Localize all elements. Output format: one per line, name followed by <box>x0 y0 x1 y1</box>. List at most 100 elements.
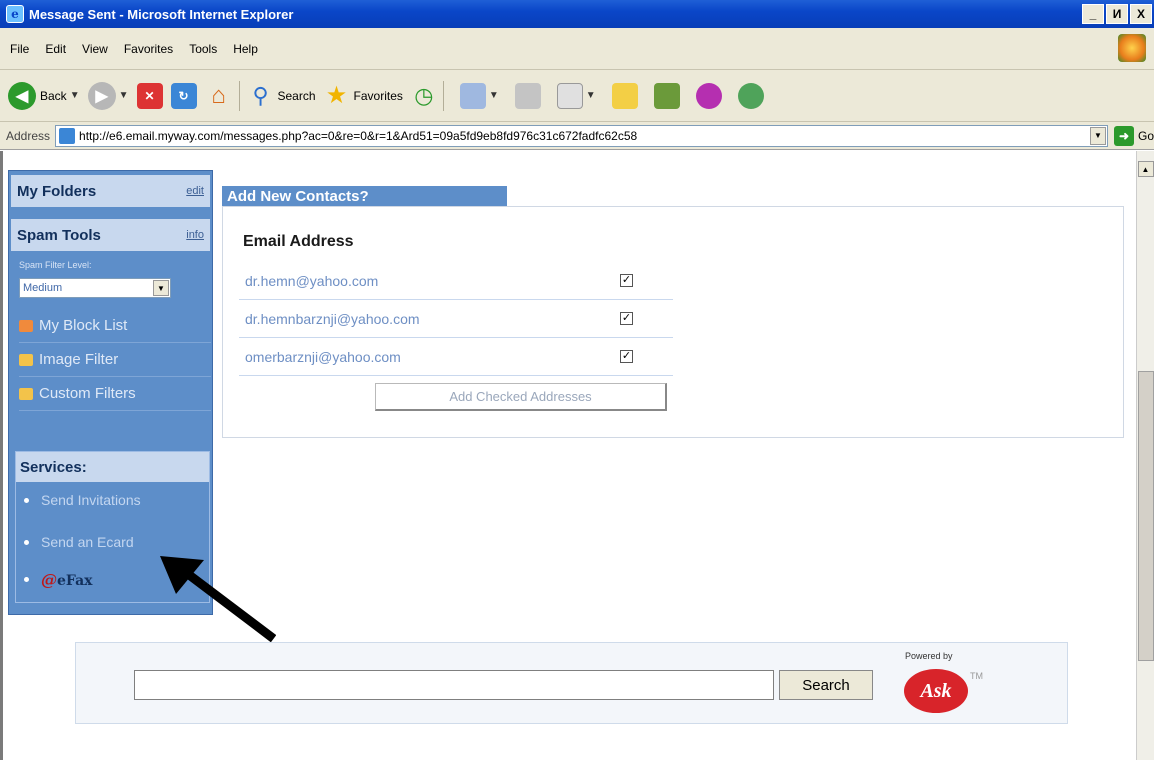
contact-row: dr.hemnbarznji@yahoo.com ✓ <box>239 300 673 338</box>
spam-filter-value: Medium <box>23 282 63 294</box>
menu-tools[interactable]: Tools <box>189 42 217 56</box>
forward-arrow-icon: ▶ <box>87 81 116 110</box>
sidebar: My Folders edit Spam Tools info Spam Fil… <box>8 170 213 615</box>
contact-row: dr.hemn@yahoo.com ✓ <box>239 262 673 300</box>
stop-icon: ✕ <box>136 82 163 109</box>
toolbar: ◀ Back ▼ ▶ ▼ ✕ ↻ ⌂ ⚲ Search ★ Favorites … <box>0 70 1154 122</box>
search-button[interactable]: Search <box>779 670 873 700</box>
title-bar: e Message Sent - Microsoft Internet Expl… <box>0 0 1154 28</box>
edit-button[interactable]: ▼ <box>549 82 596 109</box>
efax-link[interactable]: @eFax <box>24 570 93 589</box>
search-input[interactable] <box>134 670 774 700</box>
custom-filters-icon <box>19 387 33 400</box>
menu-file[interactable]: File <box>10 42 29 56</box>
back-label: Back <box>40 88 67 103</box>
vertical-scrollbar[interactable]: ▲ <box>1136 151 1154 760</box>
sidebar-item-label: My Block List <box>39 317 128 334</box>
window-title: Message Sent - Microsoft Internet Explor… <box>29 6 294 22</box>
powered-by-label: Powered by <box>905 651 953 661</box>
print-icon <box>514 82 541 109</box>
add-new-contacts-panel: Email Address dr.hemn@yahoo.com ✓ dr.hem… <box>222 206 1124 438</box>
messenger-button[interactable] <box>688 82 722 109</box>
edit-icon <box>556 82 583 109</box>
windows-logo-icon <box>1118 34 1146 62</box>
contact-checkbox[interactable]: ✓ <box>620 312 633 325</box>
send-ecard-label: Send an Ecard <box>41 534 134 550</box>
contacts-button[interactable] <box>730 82 764 109</box>
minimize-button[interactable]: _ <box>1082 4 1104 24</box>
send-ecard-link[interactable]: Send an Ecard <box>24 534 134 550</box>
spam-filter-label: Spam Filter Level: <box>19 260 92 270</box>
stop-button[interactable]: ✕ <box>136 82 163 109</box>
refresh-button[interactable]: ↻ <box>170 82 197 109</box>
contact-email: dr.hemn@yahoo.com <box>245 272 379 289</box>
go-button[interactable]: ➜ Go <box>1113 125 1154 146</box>
send-invitations-label: Send Invitations <box>41 492 141 508</box>
favorites-toolbar-label: Favorites <box>353 88 403 103</box>
history-button[interactable]: ◷ <box>411 83 437 109</box>
chevron-down-icon[interactable]: ▼ <box>119 90 129 101</box>
my-folders-title: My Folders <box>17 182 97 200</box>
chevron-down-icon[interactable]: ▼ <box>70 90 80 101</box>
image-filter-icon <box>19 353 33 366</box>
search-toolbar-label: Search <box>277 88 316 103</box>
bullet-icon <box>24 577 29 582</box>
spam-filter-select[interactable]: Medium ▼ <box>19 278 171 298</box>
research-button[interactable] <box>646 82 680 109</box>
go-label: Go <box>1137 128 1154 143</box>
sidebar-item-custom-filters[interactable]: Custom Filters <box>19 377 211 411</box>
back-arrow-icon: ◀ <box>8 81 36 110</box>
sidebar-item-label: Custom Filters <box>39 385 136 402</box>
bullet-icon <box>24 539 29 545</box>
search-toolbar-button[interactable]: ⚲ Search <box>248 82 316 109</box>
send-invitations-link[interactable]: Send Invitations <box>24 492 141 508</box>
chevron-down-icon[interactable]: ▼ <box>586 90 596 101</box>
forward-button[interactable]: ▶ ▼ <box>87 81 129 110</box>
print-button[interactable] <box>507 82 541 109</box>
email-address-heading: Email Address <box>243 233 354 250</box>
add-checked-addresses-button[interactable]: Add Checked Addresses <box>375 383 667 411</box>
services-title: Services: <box>16 452 209 482</box>
scroll-up-icon[interactable]: ▲ <box>1137 161 1154 177</box>
menu-view[interactable]: View <box>82 42 108 56</box>
address-label: Address <box>6 128 51 143</box>
sidebar-item-my-block-list[interactable]: My Block List <box>19 309 211 343</box>
contact-checkbox[interactable]: ✓ <box>620 350 633 363</box>
back-button[interactable]: ◀ Back ▼ <box>8 81 80 110</box>
refresh-icon: ↻ <box>170 82 197 109</box>
address-field[interactable]: http://e6.email.myway.com/messages.php?a… <box>55 124 1108 147</box>
home-button[interactable]: ⌂ <box>205 82 233 109</box>
spam-tools-info-link[interactable]: info <box>186 229 204 241</box>
history-icon: ◷ <box>414 82 434 108</box>
ask-logo[interactable]: Ask <box>904 669 968 713</box>
pointer-arrow-icon <box>160 556 276 642</box>
address-url[interactable]: http://e6.email.myway.com/messages.php?a… <box>79 129 1090 143</box>
contact-checkbox[interactable]: ✓ <box>620 274 633 287</box>
toolbar-divider <box>238 80 240 111</box>
maximize-button[interactable]: И <box>1106 4 1128 24</box>
mail-button[interactable]: ▼ <box>452 82 499 109</box>
chevron-down-icon[interactable]: ▼ <box>153 280 169 296</box>
address-dropdown-icon[interactable]: ▼ <box>1089 126 1106 145</box>
scroll-thumb[interactable] <box>1138 371 1154 661</box>
menu-edit[interactable]: Edit <box>45 42 66 56</box>
search-icon: ⚲ <box>252 82 269 108</box>
research-icon <box>653 82 680 109</box>
toolbar-divider <box>442 80 444 111</box>
contacts-icon <box>737 82 764 109</box>
block-list-icon <box>19 319 33 332</box>
close-button[interactable]: X <box>1130 4 1152 24</box>
sidebar-item-image-filter[interactable]: Image Filter <box>19 343 211 377</box>
folder-button[interactable] <box>604 82 638 109</box>
spam-tools-header[interactable]: Spam Tools info <box>11 219 210 251</box>
star-icon: ★ <box>325 82 348 109</box>
favorites-toolbar-button[interactable]: ★ Favorites <box>324 82 403 109</box>
menu-favorites[interactable]: Favorites <box>124 42 173 56</box>
spam-tools-title: Spam Tools <box>17 226 101 244</box>
my-folders-edit-link[interactable]: edit <box>186 185 204 197</box>
my-folders-header[interactable]: My Folders edit <box>11 175 210 207</box>
menu-help[interactable]: Help <box>233 42 258 56</box>
folder-icon <box>611 82 638 109</box>
chevron-down-icon[interactable]: ▼ <box>489 90 499 101</box>
contact-email: omerbarznji@yahoo.com <box>245 348 401 365</box>
